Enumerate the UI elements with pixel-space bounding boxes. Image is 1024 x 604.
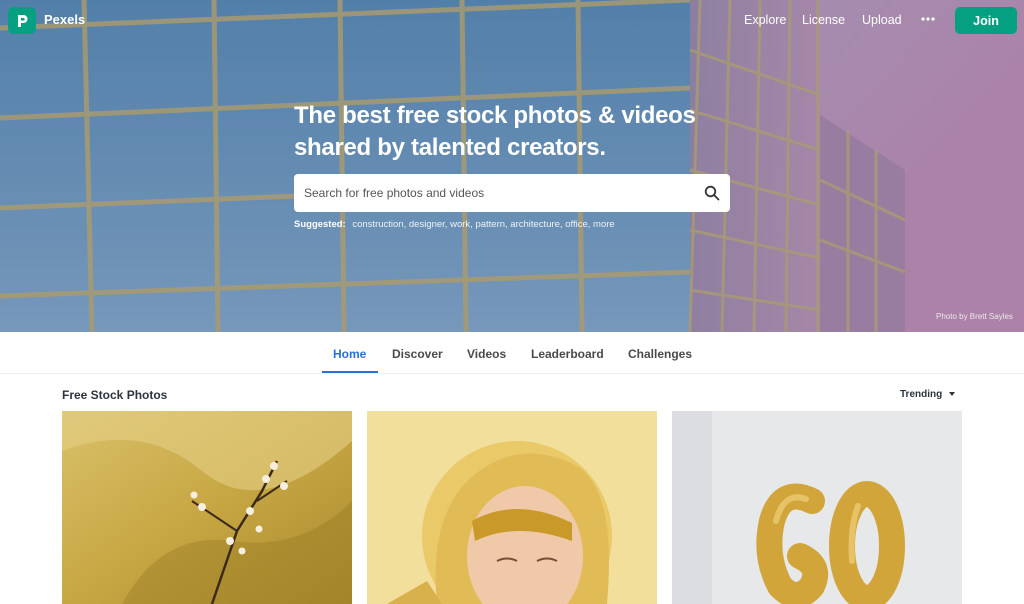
pexels-logo-icon[interactable] bbox=[8, 7, 36, 34]
photo-card-golden-branch[interactable] bbox=[62, 411, 352, 604]
suggestion-more[interactable]: more bbox=[593, 219, 615, 230]
top-navigation: Pexels Explore License Upload Join bbox=[0, 0, 1024, 40]
suggestion-office[interactable]: office, bbox=[565, 219, 590, 230]
tab-leaderboard[interactable]: Leaderboard bbox=[531, 347, 604, 361]
tab-bar: Home Discover Videos Leaderboard Challen… bbox=[0, 332, 1024, 374]
photo-card-gold-60-balloons[interactable] bbox=[672, 411, 962, 604]
tab-videos[interactable]: Videos bbox=[467, 347, 506, 361]
hero-headline-line-1: The best free stock photos & videos bbox=[294, 102, 696, 129]
hero-banner bbox=[0, 0, 1024, 332]
nav-license-link[interactable]: License bbox=[802, 13, 845, 27]
suggested-searches: Suggested: construction, designer, work,… bbox=[294, 219, 615, 230]
nav-upload-link[interactable]: Upload bbox=[862, 13, 902, 27]
search-bar[interactable] bbox=[294, 174, 730, 212]
search-input[interactable] bbox=[304, 174, 694, 212]
tab-home[interactable]: Home bbox=[333, 347, 366, 361]
photo-card-golden-mask-portrait[interactable] bbox=[367, 411, 657, 604]
photo-credit[interactable]: Photo by Brett Sayles bbox=[936, 312, 1013, 321]
section-title: Free Stock Photos bbox=[62, 388, 168, 402]
tab-discover[interactable]: Discover bbox=[392, 347, 443, 361]
nav-explore-link[interactable]: Explore bbox=[744, 13, 786, 27]
gold-60-balloons-photo bbox=[672, 411, 962, 604]
golden-branch-photo bbox=[62, 411, 352, 604]
tab-challenges[interactable]: Challenges bbox=[628, 347, 692, 361]
brand-name[interactable]: Pexels bbox=[44, 12, 85, 27]
hero-headline-line-2: shared by talented creators. bbox=[294, 134, 606, 161]
hero-headline: The best free stock photos & videos shar… bbox=[294, 100, 734, 164]
more-dots-icon[interactable] bbox=[920, 12, 936, 26]
active-tab-indicator bbox=[322, 371, 378, 373]
suggestion-architecture[interactable]: architecture, bbox=[510, 219, 562, 230]
golden-mask-portrait-photo bbox=[367, 411, 657, 604]
join-button[interactable]: Join bbox=[955, 7, 1017, 34]
suggestion-construction[interactable]: construction, bbox=[352, 219, 406, 230]
chevron-down-icon bbox=[949, 392, 956, 397]
suggestion-work[interactable]: work, bbox=[450, 219, 473, 230]
suggestion-designer[interactable]: designer, bbox=[409, 219, 448, 230]
search-icon[interactable] bbox=[704, 185, 720, 201]
hero-overlay bbox=[0, 0, 1024, 332]
suggestion-pattern[interactable]: pattern, bbox=[475, 219, 507, 230]
sort-label: Trending bbox=[900, 389, 943, 400]
suggested-label: Suggested: bbox=[294, 219, 346, 230]
sort-dropdown[interactable]: Trending bbox=[900, 389, 956, 400]
